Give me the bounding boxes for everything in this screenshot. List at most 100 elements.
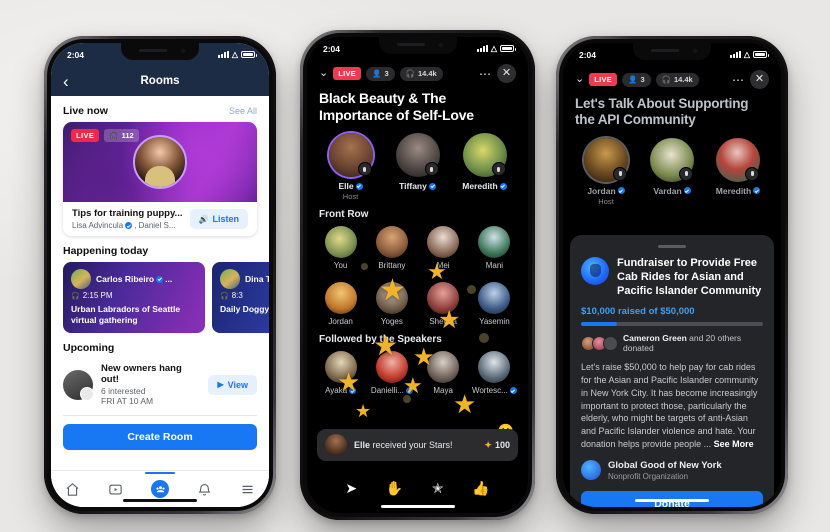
view-button[interactable]: ▶ View (208, 374, 257, 395)
donors-text: Cameron Green and 20 others donated (623, 333, 763, 353)
headphones-icon: 🎧 (220, 292, 229, 300)
send-star-icon[interactable]: ✭ (432, 481, 444, 495)
participant[interactable]: Yasemin (469, 282, 519, 326)
status-time: 2:04 (323, 43, 341, 54)
participant[interactable]: Ayaka (316, 351, 366, 395)
status-time: 2:04 (579, 49, 597, 60)
see-all-link[interactable]: See All (229, 106, 257, 116)
participant-name: Brittany (378, 261, 406, 271)
avatar (375, 351, 408, 384)
avatar (650, 137, 694, 182)
tab-home[interactable] (65, 482, 80, 497)
star-received-toast[interactable]: Elle received your Stars! ✦ 100 (317, 429, 518, 461)
star-icon: ✦ (484, 439, 492, 450)
fundraiser-sheet: Fundraiser to Provide Free Cab Rides for… (570, 235, 774, 507)
listen-button[interactable]: 🔊 Listen (189, 209, 248, 230)
chevron-down-icon[interactable]: ⌄ (319, 68, 328, 79)
wifi-icon: △ (490, 44, 497, 53)
tab-notifications[interactable] (197, 482, 212, 497)
battery-icon (500, 45, 516, 52)
toast-message-text: received your Stars! (370, 440, 453, 450)
room-title: Let's Talk About Supporting the API Comm… (575, 96, 749, 128)
participant-name: Mani (485, 261, 504, 271)
participant[interactable]: Mani (469, 226, 519, 270)
upcoming-when: FRI AT 10 AM (101, 396, 154, 407)
verified-badge-icon (405, 387, 413, 395)
avatar (427, 351, 460, 384)
see-more-link[interactable]: See More (714, 439, 754, 449)
room-action-bar: ➤ ✋ ✭ 👍 (307, 481, 528, 495)
phone-notch (378, 37, 457, 54)
tab-watch[interactable] (108, 482, 123, 497)
verified-badge-icon (156, 275, 164, 283)
happening-card[interactable]: Dina T 🎧 8:3 Daily Doggy T (212, 262, 269, 334)
avatar (462, 133, 507, 178)
participant[interactable]: Maya (418, 351, 468, 395)
speaker-card[interactable]: Elle Host (323, 133, 379, 201)
front-row-group-a: You Brittany Mei Mani (307, 220, 528, 270)
participant[interactable]: Yoges (367, 282, 417, 326)
room-description: Urban Labradors of Seattle virtual gathe… (71, 304, 181, 326)
fundraiser-header: Fundraiser to Provide Free Cab Rides for… (581, 257, 763, 298)
mic-icon (745, 166, 759, 181)
cellular-signal-icon (729, 51, 741, 58)
speaker-card[interactable]: Meredith (710, 137, 766, 206)
upcoming-interested: 6 interested (101, 386, 146, 397)
avatar (584, 137, 628, 182)
person-icon: 👤 (372, 69, 382, 78)
organization-row[interactable]: Global Good of New York Nonprofit Organi… (581, 460, 763, 481)
toast-message: Elle received your Stars! (354, 440, 477, 450)
speaker-card[interactable]: Meredith (457, 133, 513, 201)
participant[interactable]: Brittany (367, 226, 417, 270)
thumbs-up-icon[interactable]: 👍 (472, 481, 489, 495)
tab-groups[interactable] (145, 472, 175, 498)
status-time: 2:04 (67, 49, 85, 60)
back-icon[interactable]: ‹ (63, 73, 69, 90)
chevron-down-icon[interactable]: ⌄ (575, 74, 584, 85)
fundraiser-icon (581, 257, 609, 285)
room-title: Black Beauty & The Importance of Self-Lo… (319, 90, 474, 124)
host-name-suffix: ... (165, 274, 173, 285)
tab-menu[interactable] (240, 482, 255, 497)
screen-fundraiser-room: 2:04 △ ⌄ LIVE 👤 3 🎧 14.4k ⋯ ✕ Let's Talk… (563, 43, 781, 507)
share-icon[interactable]: ➤ (345, 481, 357, 495)
host-name: Carlos Ribeiro (96, 274, 155, 285)
live-room-card[interactable]: LIVE 🎧 112 Tips for training puppy... Li… (63, 122, 257, 237)
donors-row: Cameron Green and 20 others donated (581, 333, 763, 353)
create-room-button[interactable]: Create Room (63, 424, 257, 451)
speaker-name: Lisa Advincula (72, 221, 124, 231)
verified-badge-icon (428, 182, 436, 190)
participant[interactable]: Jordan (316, 282, 366, 326)
listener-count: 14.4k (673, 75, 693, 84)
phone-live-audio-room: 2:04 △ ⌄ LIVE 👤 3 🎧 14.4k ⋯ ✕ Black Beau… (300, 30, 535, 520)
upcoming-title: New owners hang out! (101, 363, 182, 386)
participant[interactable]: You (316, 226, 366, 270)
participant[interactable]: Danielli... (367, 351, 417, 395)
happening-today-carousel[interactable]: Carlos Ribeiro ... 🎧 2:15 PM Urban Labra… (51, 262, 269, 334)
speaker-card[interactable]: Jordan Host (578, 137, 634, 206)
speaker-card[interactable]: Tiffany (390, 133, 446, 201)
ellipsis-icon[interactable]: ⋯ (732, 74, 745, 86)
participant[interactable]: Wortesc... (469, 351, 519, 395)
close-icon[interactable]: ✕ (750, 70, 769, 89)
upcoming-list-item[interactable]: New owners hang out! 6 interested FRI AT… (51, 359, 269, 415)
happening-card[interactable]: Carlos Ribeiro ... 🎧 2:15 PM Urban Labra… (63, 262, 205, 334)
live-room-speakers: Lisa Advincula , Daniel S... (72, 221, 182, 230)
avatar (478, 226, 511, 259)
raise-hand-icon[interactable]: ✋ (386, 481, 403, 495)
groups-icon (145, 472, 175, 498)
room-description: Daily Doggy T (220, 304, 269, 315)
ellipsis-icon[interactable]: ⋯ (479, 68, 492, 80)
battery-icon (753, 51, 769, 58)
participant[interactable]: Sheona (418, 282, 468, 326)
close-icon[interactable]: ✕ (497, 64, 516, 83)
participant[interactable]: Mei (418, 226, 468, 270)
room-top-bar: ⌄ LIVE 👤 3 🎧 14.4k ⋯ ✕ (563, 66, 781, 89)
cellular-signal-icon (217, 51, 229, 58)
navigation-bar: ‹ Rooms (51, 66, 269, 96)
video-camera-icon: ▶ (217, 380, 224, 390)
participant-count-badge: 👤 3 (366, 66, 395, 81)
speaker-card[interactable]: Vardan (644, 137, 700, 206)
participant-name: Sheona (429, 317, 457, 327)
sheet-drag-handle[interactable] (658, 245, 686, 248)
